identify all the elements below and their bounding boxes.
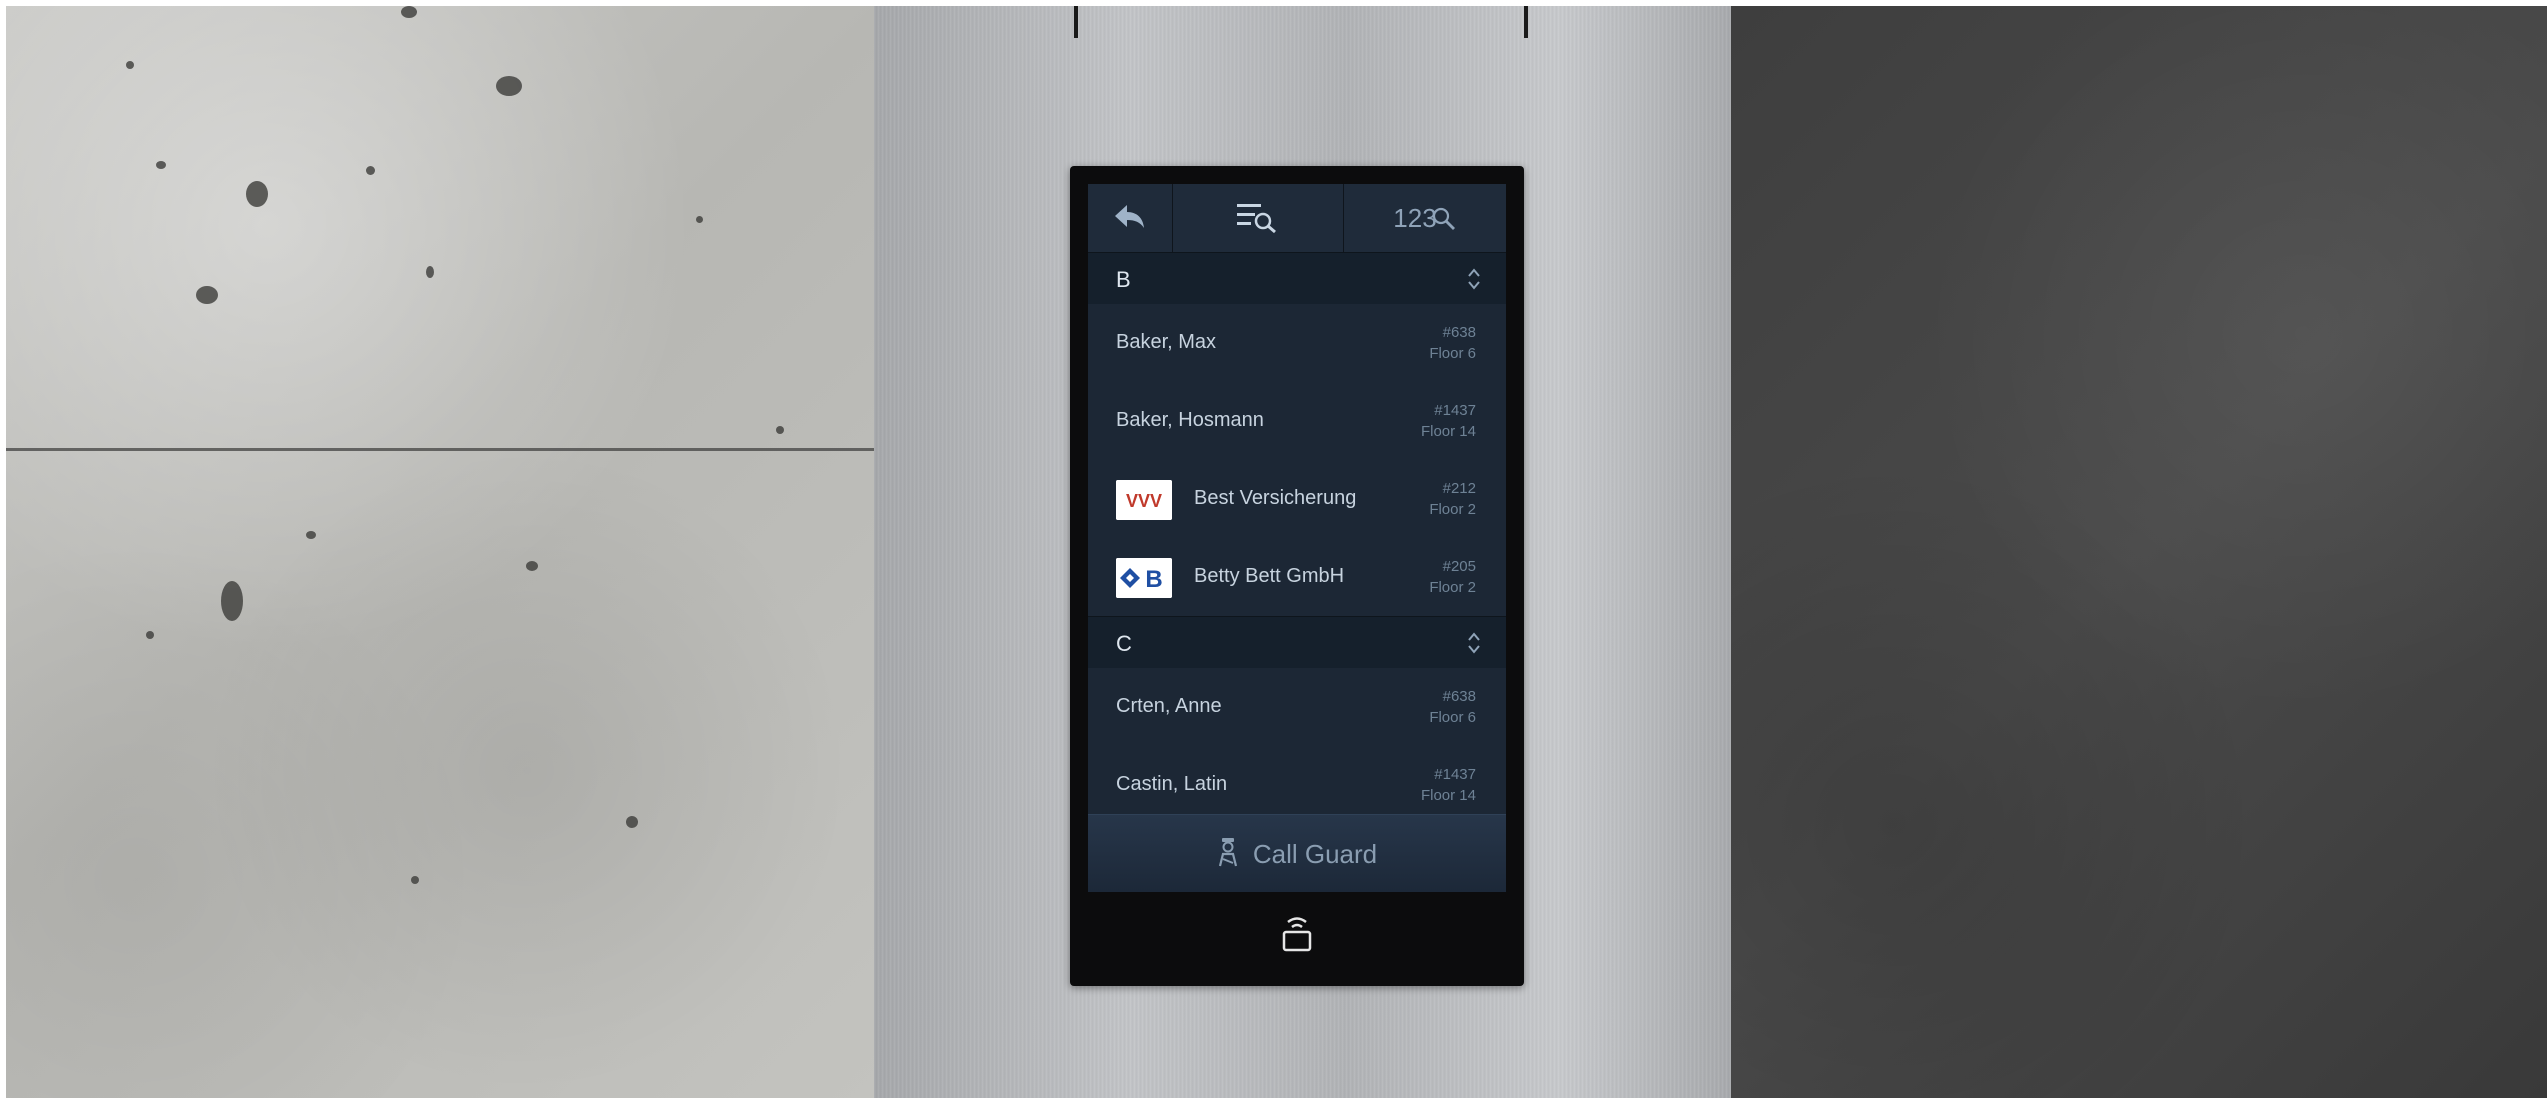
back-arrow-icon — [1113, 202, 1147, 235]
panel-slot — [1074, 6, 1078, 38]
floor-label: Floor 14 — [1420, 787, 1476, 804]
section-header-c[interactable]: C — [1088, 616, 1506, 670]
section-letter: B — [1116, 267, 1131, 292]
directory-row[interactable]: Crten, Anne #638 Floor 6 — [1088, 668, 1506, 747]
unit-info: #638 Floor 6 — [1429, 322, 1476, 364]
unit-number: #212 — [1442, 480, 1476, 497]
svg-text:B: B — [1145, 566, 1162, 593]
svg-text:VVV: VVV — [1126, 491, 1162, 511]
unit-info: #1437 Floor 14 — [1421, 400, 1476, 442]
concrete-wall-left — [6, 6, 874, 1098]
resident-name: Crten, Anne — [1116, 695, 1222, 717]
unit-info: #1437 Floor 14 — [1421, 764, 1476, 806]
floor-label: Floor 6 — [1429, 345, 1476, 362]
section-header-b[interactable]: B — [1088, 252, 1506, 306]
unit-number: #638 — [1442, 688, 1476, 705]
guard-person-icon — [1217, 837, 1239, 872]
directory-row[interactable]: Baker, Hosmann #1437 Floor 14 — [1088, 382, 1506, 461]
call-guard-button[interactable]: Call Guard — [1088, 814, 1506, 892]
section-letter: C — [1116, 631, 1132, 656]
toolbar: 123 — [1088, 184, 1506, 253]
directory-row[interactable]: B Betty Bett GmbH #205 Floor 2 — [1088, 538, 1506, 617]
company-logo: VVV — [1116, 480, 1172, 520]
list-search-button[interactable] — [1173, 184, 1344, 252]
chevron-updown-icon — [1466, 265, 1482, 298]
nfc-reader-icon — [1279, 910, 1315, 959]
unit-number: #205 — [1442, 558, 1476, 575]
resident-name: Baker, Max — [1116, 331, 1217, 353]
touch-screen: 123 B Baker, Max #638 Floor 6 Baker, Hos… — [1088, 184, 1506, 892]
unit-info: #205 Floor 2 — [1429, 556, 1476, 598]
unit-number: #1437 — [1434, 766, 1476, 783]
floor-label: Floor 14 — [1420, 423, 1476, 440]
scene: 123 B Baker, Max #638 Floor 6 Baker, Hos… — [6, 6, 2547, 1098]
directory-row[interactable]: Baker, Max #638 Floor 6 — [1088, 304, 1506, 383]
floor-label: Floor 6 — [1429, 709, 1476, 726]
concrete-joint — [6, 448, 874, 451]
company-logo: B — [1116, 558, 1172, 598]
number-search-button[interactable]: 123 — [1344, 184, 1506, 252]
resident-name: Castin, Latin — [1116, 773, 1228, 795]
back-button[interactable] — [1088, 184, 1173, 252]
chevron-updown-icon — [1466, 629, 1482, 662]
unit-info: #638 Floor 6 — [1429, 686, 1476, 728]
resident-name: Baker, Hosmann — [1116, 409, 1264, 431]
intercom-device: 123 B Baker, Max #638 Floor 6 Baker, Hos… — [1070, 166, 1524, 986]
unit-info: #212 Floor 2 — [1429, 478, 1476, 520]
company-name: Betty Bett GmbH — [1194, 565, 1345, 587]
list-search-icon — [1235, 198, 1281, 239]
call-guard-label: Call Guard — [1252, 838, 1378, 869]
nfc-reader-area[interactable] — [1070, 892, 1524, 986]
search-icon — [1431, 206, 1457, 239]
directory-row[interactable]: VVV Best Versicherung #212 Floor 2 — [1088, 460, 1506, 539]
unit-number: #638 — [1442, 324, 1476, 341]
floor-label: Floor 2 — [1429, 579, 1476, 596]
unit-number: #1437 — [1434, 402, 1476, 419]
panel-slot — [1524, 6, 1528, 38]
company-name: Best Versicherung — [1194, 487, 1357, 509]
concrete-wall-right — [1731, 6, 2547, 1098]
floor-label: Floor 2 — [1429, 501, 1476, 518]
